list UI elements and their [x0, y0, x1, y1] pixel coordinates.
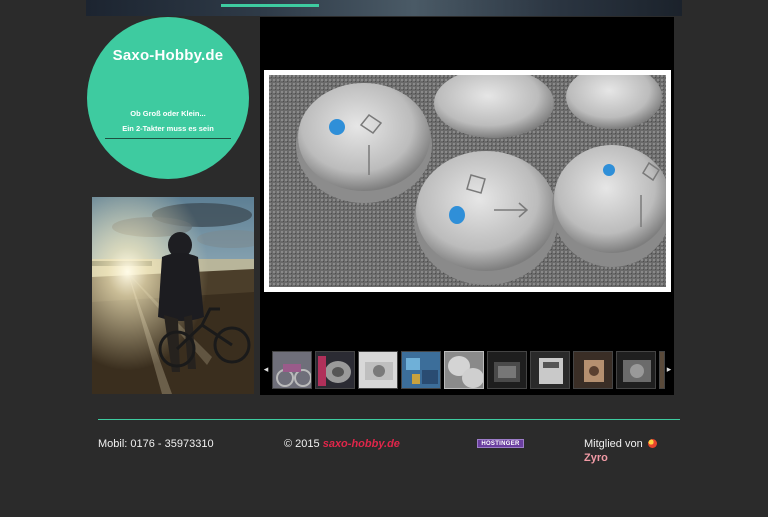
thumbnail[interactable]	[487, 351, 527, 389]
gallery-main-image[interactable]	[264, 70, 671, 292]
footer-member: Mitglied von	[584, 438, 657, 450]
thumb-next-icon[interactable]: ▸	[665, 363, 673, 375]
site-tagline-2: Ein 2-Takter muss es sein	[122, 124, 214, 133]
footer-phone: Mobil: 0176 - 35973310	[98, 438, 214, 450]
hostinger-badge[interactable]: HOSTINGER	[477, 439, 524, 448]
copyright-site-link[interactable]: saxo-hobby.de	[323, 438, 400, 450]
footer-copyright: © 2015 saxo-hobby.de	[284, 438, 400, 450]
site-tagline-1: Ob Groß oder Klein...	[130, 109, 206, 118]
footer-divider	[98, 419, 680, 420]
thumbnail[interactable]	[616, 351, 656, 389]
nav-active-indicator[interactable]	[221, 4, 319, 7]
thumbnail[interactable]	[315, 351, 355, 389]
thumbnail-strip: ◂ ▸	[260, 349, 674, 391]
copyright-prefix: © 2015	[284, 438, 323, 450]
thumbnail[interactable]	[530, 351, 570, 389]
tagline-divider	[105, 138, 231, 139]
site-title: Saxo-Hobby.de	[112, 47, 224, 64]
image-gallery: ◂ ▸	[260, 17, 674, 395]
zyro-link[interactable]: Zyro	[584, 452, 608, 464]
zyro-logo-icon	[647, 439, 657, 448]
thumbnail[interactable]	[272, 351, 312, 389]
thumbnail[interactable]	[358, 351, 398, 389]
member-prefix: Mitglied von	[584, 438, 643, 450]
header-banner	[86, 0, 682, 16]
site-logo[interactable]: Saxo-Hobby.de Ob Groß oder Klein... Ein …	[87, 17, 249, 179]
thumbnail[interactable]	[573, 351, 613, 389]
thumbnail[interactable]	[401, 351, 441, 389]
thumb-prev-icon[interactable]: ◂	[262, 363, 270, 375]
thumbnail-active[interactable]	[444, 351, 484, 389]
side-photo	[92, 197, 254, 394]
